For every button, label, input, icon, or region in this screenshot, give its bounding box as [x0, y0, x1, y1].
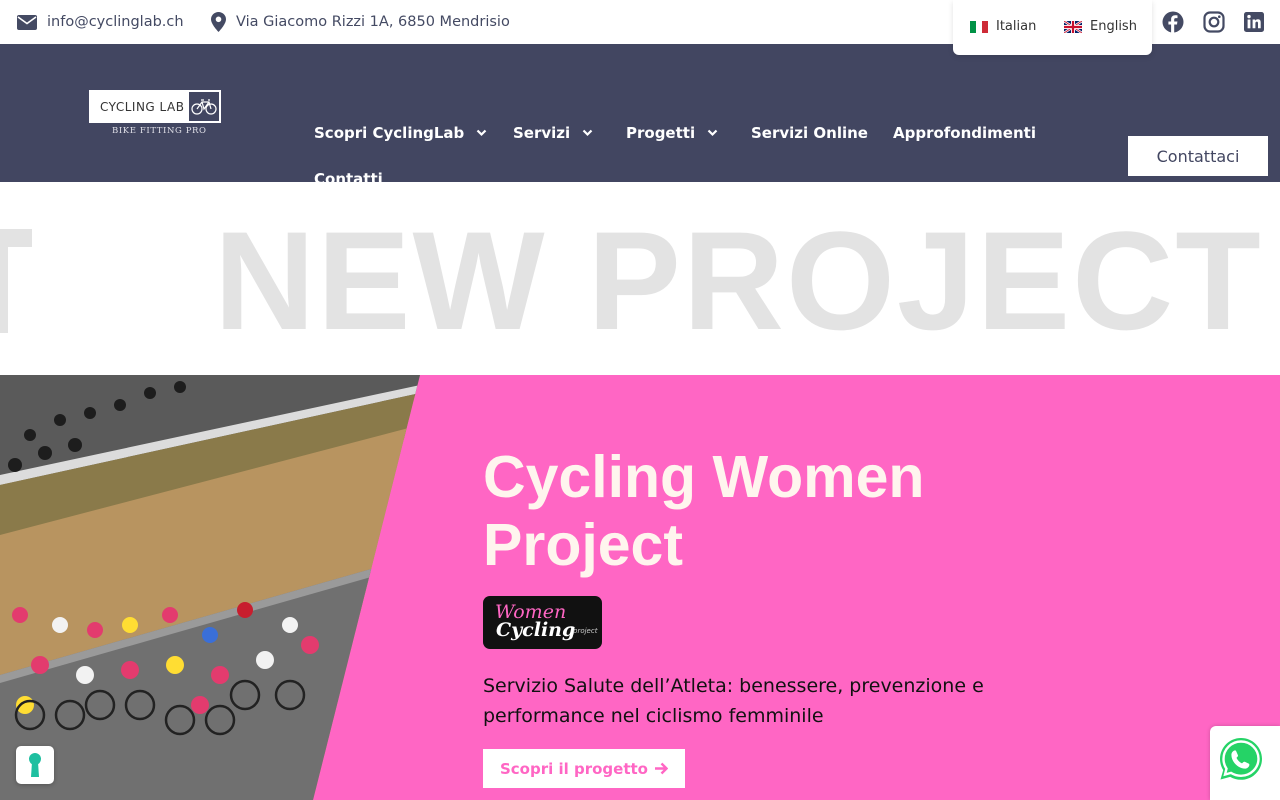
- marquee-banner: NEW PROJECT: [0, 182, 1280, 375]
- nav-servizi-online[interactable]: Servizi Online: [751, 124, 868, 142]
- envelope-icon: [17, 14, 37, 30]
- logo-text: CYCLING LAB: [100, 100, 185, 114]
- italy-flag-icon: [970, 20, 988, 33]
- site-logo[interactable]: CYCLING LAB BIKE FITTING PRO: [89, 90, 221, 138]
- instagram-icon[interactable]: [1203, 11, 1225, 33]
- facebook-icon[interactable]: [1162, 11, 1184, 33]
- cycling-peloton-photo: [0, 375, 420, 800]
- address-text: Via Giacomo Rizzi 1A, 6850 Mendrisio: [236, 14, 510, 30]
- marquee-text-fragment-stem: [0, 229, 8, 333]
- keyhole-icon: [29, 753, 41, 777]
- chevron-down-icon: [582, 129, 593, 137]
- language-english-label: English: [1090, 19, 1137, 34]
- badge-project-text: project: [573, 627, 598, 635]
- nav-approfondimenti[interactable]: Approfondimenti: [893, 124, 1036, 142]
- nav-progetti-label: Progetti: [626, 124, 696, 142]
- map-pin-icon: [211, 12, 226, 32]
- hero-title: Cycling Women Project: [483, 444, 925, 578]
- scopri-progetto-label: Scopri il progetto: [499, 759, 648, 778]
- scopri-progetto-button[interactable]: Scopri il progetto: [483, 749, 685, 788]
- top-bar: info@cyclinglab.ch Via Giacomo Rizzi 1A,…: [0, 0, 1280, 55]
- uk-flag-icon: [1064, 20, 1082, 33]
- nav-scopri-label: Scopri CyclingLab: [314, 124, 465, 142]
- nav-approfondimenti-label: Approfondimenti: [893, 124, 1036, 142]
- nav-servizi-online-label: Servizi Online: [751, 124, 868, 142]
- nav-servizi[interactable]: Servizi: [513, 124, 593, 142]
- nav-scopri-cyclinglab[interactable]: Scopri CyclingLab: [314, 124, 487, 142]
- linkedin-icon[interactable]: [1243, 11, 1265, 33]
- address-contact[interactable]: Via Giacomo Rizzi 1A, 6850 Mendrisio: [211, 0, 510, 44]
- cookie-settings-button[interactable]: [16, 746, 54, 784]
- bicycle-icon: [191, 99, 217, 115]
- hero-section: Cycling Women Project Women Cycling proj…: [0, 375, 1280, 800]
- language-english[interactable]: English: [1064, 19, 1137, 34]
- marquee-text: NEW PROJECT: [214, 202, 1263, 359]
- logo-bike-box: [187, 90, 221, 123]
- main-header: CYCLING LAB BIKE FITTING PRO Scopri Cycl…: [0, 44, 1280, 188]
- nav-servizi-label: Servizi: [513, 124, 571, 142]
- language-italian-label: Italian: [996, 19, 1037, 34]
- whatsapp-widget[interactable]: [1210, 726, 1280, 800]
- language-italian[interactable]: Italian: [970, 19, 1036, 34]
- email-contact[interactable]: info@cyclinglab.ch: [17, 0, 184, 44]
- contattaci-button[interactable]: Contattaci: [1128, 136, 1268, 176]
- nav-progetti[interactable]: Progetti: [626, 124, 718, 142]
- language-switcher: Italian English: [953, 0, 1152, 55]
- email-text: info@cyclinglab.ch: [47, 14, 184, 30]
- hero-subtitle: Servizio Salute dell’Atleta: benessere, …: [483, 675, 984, 727]
- logo-subtitle: BIKE FITTING PRO: [112, 126, 207, 136]
- badge-cycling-text: Cycling: [496, 619, 576, 641]
- whatsapp-icon: [1220, 738, 1262, 780]
- arrow-right-icon: [655, 762, 668, 775]
- women-cycling-project-logo: Women Cycling project: [483, 596, 602, 649]
- chevron-down-icon: [707, 129, 718, 137]
- chevron-down-icon: [477, 129, 487, 137]
